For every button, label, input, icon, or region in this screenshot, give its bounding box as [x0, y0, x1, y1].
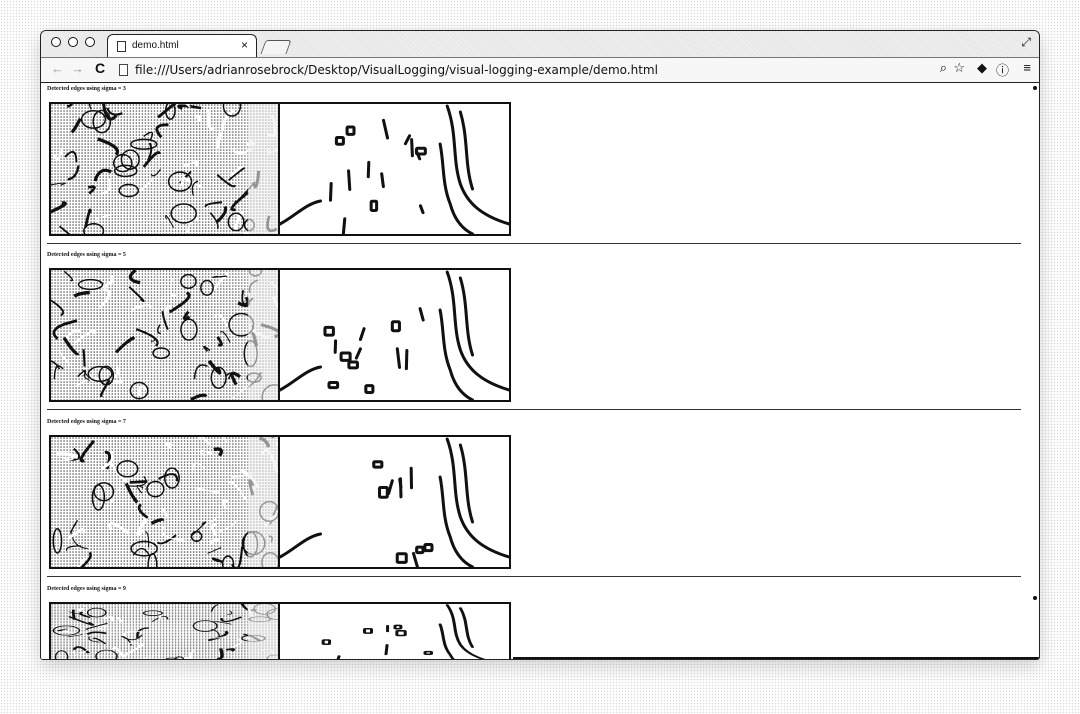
page-content: Detected edges using sigma = 3 Detected … — [41, 84, 1039, 659]
fullscreen-icon[interactable]: ⤢ — [1021, 35, 1031, 50]
tab-demo[interactable]: demo.html × — [107, 34, 257, 57]
image-pair — [49, 268, 511, 402]
edge-image — [280, 102, 511, 236]
section-divider — [47, 576, 1021, 577]
scrollbar-top[interactable] — [1033, 86, 1037, 90]
menu-icon[interactable]: ≡ — [1023, 60, 1031, 75]
close-window-button[interactable] — [51, 37, 61, 47]
section-caption: Detected edges using sigma = 9 — [47, 586, 126, 592]
page-bottom-edge — [513, 657, 1039, 659]
title-bar: demo.html × ⤢ — [41, 31, 1039, 58]
edge-image — [280, 602, 511, 659]
reload-button[interactable]: C — [95, 60, 105, 76]
original-image-texture — [51, 104, 278, 234]
minimize-window-button[interactable] — [68, 37, 78, 47]
edge-map-strokes — [280, 270, 509, 400]
zoom-window-button[interactable] — [85, 37, 95, 47]
original-image-texture — [51, 437, 278, 567]
section-caption: Detected edges using sigma = 7 — [47, 419, 126, 425]
edge-image — [280, 435, 511, 569]
section-caption: Detected edges using sigma = 3 — [47, 86, 126, 92]
tab-title: demo.html — [132, 40, 179, 51]
original-image — [49, 602, 280, 659]
image-pair — [49, 102, 511, 236]
section-divider — [47, 243, 1021, 244]
browser-toolbar: ← → C ⌕ ☆ ◆ ⓘ ≡ — [41, 58, 1039, 83]
address-bar[interactable] — [135, 60, 915, 80]
window-controls — [51, 37, 95, 47]
star-icon[interactable]: ☆ — [953, 60, 965, 76]
edge-map-strokes — [280, 437, 509, 567]
image-pair — [49, 602, 511, 659]
section-caption: Detected edges using sigma = 5 — [47, 252, 126, 258]
extension-icon[interactable]: ◆ — [977, 60, 987, 76]
back-button[interactable]: ← — [51, 61, 64, 76]
original-image — [49, 268, 280, 402]
browser-window: demo.html × ⤢ ← → C ⌕ ☆ ◆ ⓘ ≡ Detected e… — [40, 30, 1040, 660]
edge-map-strokes — [280, 104, 509, 234]
original-image-texture — [51, 604, 278, 659]
original-image — [49, 435, 280, 569]
original-image — [49, 102, 280, 236]
info-icon[interactable]: ⓘ — [996, 60, 1009, 79]
edge-image — [280, 268, 511, 402]
new-tab-button[interactable] — [260, 40, 292, 54]
page-icon — [117, 41, 126, 52]
image-pair — [49, 435, 511, 569]
tab-close-icon[interactable]: × — [241, 38, 248, 52]
section-divider — [47, 409, 1021, 410]
original-image-texture — [51, 270, 278, 400]
forward-button[interactable]: → — [71, 61, 84, 76]
page-icon — [119, 64, 128, 76]
scrollbar-thumb[interactable] — [1033, 596, 1037, 600]
search-icon[interactable]: ⌕ — [940, 60, 947, 76]
edge-map-strokes — [321, 604, 486, 659]
